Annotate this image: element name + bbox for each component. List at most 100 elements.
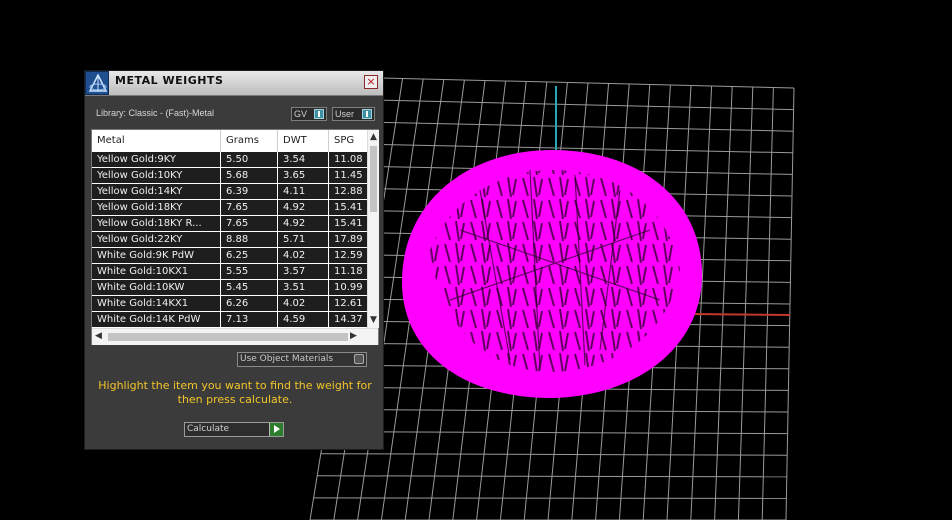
column-divider [220, 264, 221, 279]
column-divider [277, 296, 278, 311]
table-row[interactable]: White Gold:9K PdW 6.25 4.02 12.59 [92, 248, 367, 264]
column-header-dwt[interactable]: DWT [283, 135, 307, 146]
table-cell-dwt: 4.92 [283, 202, 306, 213]
column-divider [328, 296, 329, 311]
vertical-scrollbar[interactable]: ▲ ▼ [367, 130, 379, 328]
table-cell-spg: 11.08 [334, 154, 363, 165]
scroll-down-icon[interactable]: ▼ [370, 315, 377, 325]
table-row[interactable]: Yellow Gold:10KY 5.68 3.65 11.45 [92, 168, 367, 184]
table-cell-grams: 6.39 [226, 186, 249, 197]
table-cell-dwt: 3.65 [283, 170, 306, 181]
table-cell-dwt: 4.02 [283, 298, 306, 309]
column-divider [220, 312, 221, 327]
column-divider [277, 248, 278, 263]
column-divider [277, 200, 278, 215]
column-divider [220, 168, 221, 183]
table-cell-metal: White Gold:14KX1 [97, 298, 189, 309]
close-icon[interactable]: × [364, 75, 378, 89]
table-cell-metal: Yellow Gold:10KY [97, 170, 183, 181]
table-cell-dwt: 5.71 [283, 234, 306, 245]
user-toggle[interactable]: User [332, 107, 375, 121]
table-cell-spg: 12.88 [334, 186, 363, 197]
x-axis-line [689, 313, 791, 316]
column-divider [328, 312, 329, 327]
table-cell-dwt: 3.51 [283, 282, 306, 293]
table-cell-grams: 5.50 [226, 154, 249, 165]
column-divider [220, 130, 221, 152]
table-row[interactable]: Yellow Gold:22KY 8.88 5.71 17.89 [92, 232, 367, 248]
column-divider [220, 152, 221, 167]
scroll-left-icon[interactable]: ◀ [95, 331, 102, 341]
column-header-grams[interactable]: Grams [226, 135, 259, 146]
column-divider [220, 280, 221, 295]
table-cell-metal: White Gold:9K PdW [97, 250, 194, 261]
play-icon [269, 423, 283, 436]
table-row[interactable]: White Gold:10KX1 5.55 3.57 11.18 [92, 264, 367, 280]
table-cell-dwt: 4.11 [283, 186, 306, 197]
horizontal-scroll-thumb[interactable] [108, 333, 348, 341]
magenta-model [402, 150, 702, 398]
column-divider [220, 184, 221, 199]
column-header-spg[interactable]: SPG [334, 135, 354, 146]
column-divider [328, 216, 329, 231]
table-cell-dwt: 4.92 [283, 218, 306, 229]
column-divider [277, 216, 278, 231]
table-cell-grams: 7.13 [226, 314, 249, 325]
column-divider [328, 232, 329, 247]
column-header-metal[interactable]: Metal [97, 135, 125, 146]
table-cell-grams: 8.88 [226, 234, 249, 245]
scroll-right-icon[interactable]: ▶ [350, 331, 357, 341]
table-row[interactable]: Yellow Gold:14KY 6.39 4.11 12.88 [92, 184, 367, 200]
gv-toggle[interactable]: GV [291, 107, 327, 121]
column-divider [328, 168, 329, 183]
table-cell-spg: 12.59 [334, 250, 363, 261]
table-cell-metal: Yellow Gold:18KY [97, 202, 183, 213]
column-divider [277, 312, 278, 327]
table-cell-grams: 5.45 [226, 282, 249, 293]
table-cell-spg: 15.41 [334, 202, 363, 213]
metal-table[interactable]: Metal Grams DWT SPG Yellow Gold:9KY 5.50 3… [91, 129, 379, 345]
table-row[interactable]: Yellow Gold:9KY 5.50 3.54 11.08 [92, 152, 367, 168]
table-cell-dwt: 4.02 [283, 250, 306, 261]
calculate-button[interactable]: Calculate [184, 422, 284, 437]
vertical-scroll-thumb[interactable] [370, 146, 377, 212]
app-logo-icon [85, 71, 109, 95]
horizontal-scrollbar[interactable]: ◀ ▶ [92, 328, 378, 345]
table-cell-spg: 12.61 [334, 298, 363, 309]
toggle-icon [362, 109, 372, 119]
metal-weights-panel: METAL WEIGHTS × Library: Classic - (Fast… [84, 70, 384, 450]
table-body: Yellow Gold:9KY 5.50 3.54 11.08 Yellow Gold:… [92, 152, 367, 328]
use-object-materials-label: Use Object Materials [240, 354, 334, 364]
radio-icon [354, 354, 364, 364]
column-divider [328, 152, 329, 167]
use-object-materials-toggle[interactable]: Use Object Materials [237, 352, 367, 367]
column-divider [328, 200, 329, 215]
column-divider [328, 130, 329, 152]
table-cell-metal: Yellow Gold:18KY R... [97, 218, 202, 229]
instruction-text: Highlight the item you want to find the … [98, 379, 372, 406]
table-cell-metal: White Gold:10KX1 [97, 266, 189, 277]
table-cell-spg: 14.37 [334, 314, 363, 325]
column-divider [277, 152, 278, 167]
table-row[interactable]: Yellow Gold:18KY R... 7.65 4.92 15.41 [92, 216, 367, 232]
scroll-up-icon[interactable]: ▲ [370, 132, 377, 142]
table-cell-grams: 7.65 [226, 218, 249, 229]
table-cell-dwt: 3.57 [283, 266, 306, 277]
table-cell-dwt: 4.59 [283, 314, 306, 325]
table-row[interactable]: White Gold:14K PdW 7.13 4.59 14.37 [92, 312, 367, 328]
table-cell-grams: 7.65 [226, 202, 249, 213]
panel-title: METAL WEIGHTS [115, 74, 224, 87]
table-cell-grams: 6.26 [226, 298, 249, 309]
column-divider [220, 248, 221, 263]
table-row[interactable]: White Gold:14KX1 6.26 4.02 12.61 [92, 296, 367, 312]
table-row[interactable]: White Gold:10KW 5.45 3.51 10.99 [92, 280, 367, 296]
table-cell-metal: Yellow Gold:14KY [97, 186, 183, 197]
table-cell-dwt: 3.54 [283, 154, 306, 165]
table-cell-spg: 10.99 [334, 282, 363, 293]
toggle-icon [314, 109, 324, 119]
column-divider [277, 264, 278, 279]
panel-titlebar[interactable]: METAL WEIGHTS × [85, 71, 383, 96]
gv-toggle-label: GV [294, 109, 308, 119]
table-row[interactable]: Yellow Gold:18KY 7.65 4.92 15.41 [92, 200, 367, 216]
table-cell-metal: White Gold:10KW [97, 282, 185, 293]
